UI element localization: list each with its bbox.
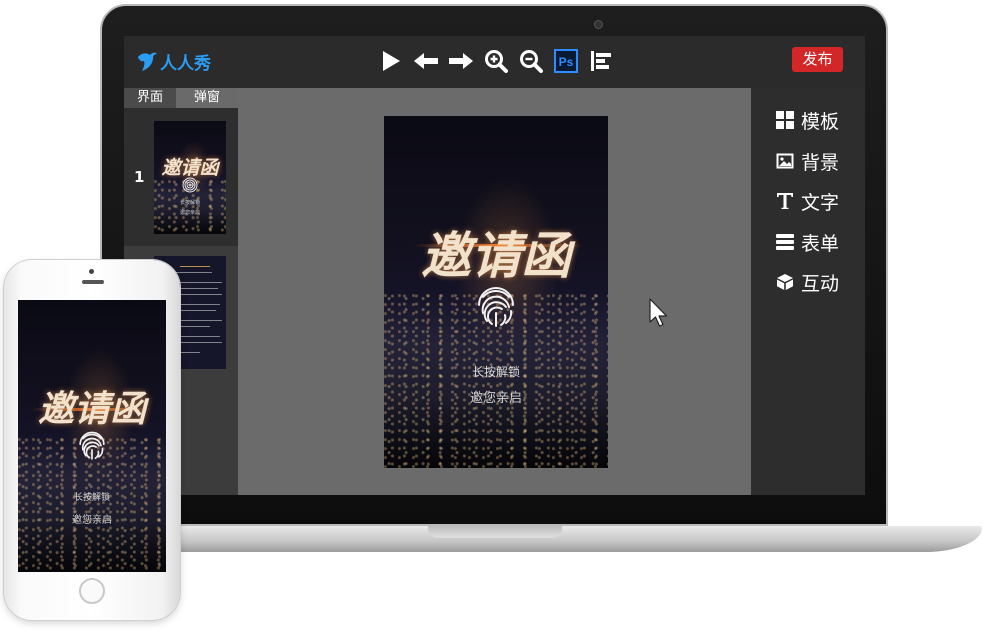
brand-bird-icon <box>136 49 158 73</box>
zoom-out-button[interactable] <box>516 48 546 74</box>
panel-item-background[interactable]: 背景 <box>775 149 840 174</box>
pages-panel-tabs: 界面 弹窗 <box>124 88 238 108</box>
page-canvas[interactable]: 邀请函 长按解锁 邀您亲启 <box>384 116 608 468</box>
laptop-base-notch <box>428 526 562 538</box>
thumbnail-fingerprint-icon <box>182 177 198 193</box>
poster-hint: 长按解锁 <box>471 365 520 379</box>
publish-button[interactable]: 发布 <box>792 47 843 72</box>
redo-button[interactable] <box>446 48 476 74</box>
phone-device: 邀请函 长按解锁 邀您亲启 <box>4 260 180 620</box>
poster-subtitle: 邀您亲启 <box>469 391 522 406</box>
phone-invitation-poster: 邀请函 长按解锁 邀您亲启 <box>18 300 166 572</box>
panel-item-label: 背景 <box>801 151 840 174</box>
align-left-icon <box>591 51 611 71</box>
page-number: 1 <box>134 168 145 186</box>
brand-logo[interactable]: 人人秀 <box>136 48 211 74</box>
toolbar-tools: Ps <box>376 48 621 74</box>
panel-item-interaction[interactable]: 互动 <box>775 270 840 295</box>
thumbnail-title: 邀请函 <box>161 157 219 179</box>
panel-item-text[interactable]: 文字 <box>775 189 840 214</box>
arrow-right-icon <box>449 53 473 69</box>
text-icon <box>775 191 795 211</box>
tab-popups[interactable]: 弹窗 <box>176 88 238 108</box>
editor-toolbar: 人人秀 Ps 发布 <box>124 36 865 88</box>
tab-pages[interactable]: 界面 <box>124 88 176 108</box>
phone-poster-hint: 长按解锁 <box>73 493 110 503</box>
thumbnail-hint: 长按解锁 <box>179 200 200 206</box>
play-icon <box>383 51 400 71</box>
form-icon <box>775 232 795 252</box>
align-button[interactable] <box>586 48 616 74</box>
invitation-poster: 邀请函 长按解锁 邀您亲启 <box>384 116 608 468</box>
panel-item-label: 互动 <box>801 272 840 295</box>
brand-name: 人人秀 <box>160 53 211 74</box>
laptop-camera <box>594 20 603 29</box>
preview-play-button[interactable] <box>376 48 406 74</box>
panel-item-template[interactable]: 模板 <box>775 108 840 133</box>
fingerprint-icon[interactable] <box>473 283 519 329</box>
phone-camera <box>89 269 94 274</box>
undo-button[interactable] <box>411 48 441 74</box>
mouse-cursor-icon <box>649 298 668 327</box>
zoom-in-button[interactable] <box>481 48 511 74</box>
zoom-in-icon <box>485 50 508 73</box>
phone-fingerprint-icon[interactable] <box>76 429 108 461</box>
template-icon <box>775 110 795 130</box>
poster-title: 邀请函 <box>421 226 571 285</box>
editor-screen: 人人秀 Ps 发布 界面 弹窗 1 邀请函 长按解锁 邀您亲启 邀请函 长按解锁… <box>124 36 865 495</box>
arrow-left-icon <box>414 53 438 69</box>
phone-speaker <box>82 280 104 284</box>
page-thumbnail-1[interactable]: 邀请函 长按解锁 邀您亲启 <box>154 121 226 234</box>
thumbnail-poster: 邀请函 长按解锁 邀您亲启 <box>154 121 226 234</box>
phone-home-button[interactable] <box>79 578 105 604</box>
phone-poster-subtitle: 邀您亲启 <box>72 515 112 526</box>
panel-item-label: 表单 <box>801 232 840 255</box>
components-panel: 模板 背景 文字 表单 互动 <box>751 88 865 495</box>
thumb-line <box>180 266 210 267</box>
panel-item-form[interactable]: 表单 <box>775 230 840 255</box>
phone-screen[interactable]: 邀请函 长按解锁 邀您亲启 <box>18 300 166 572</box>
phone-poster-title: 邀请函 <box>37 388 146 430</box>
background-image-icon <box>775 151 795 171</box>
interaction-cube-icon <box>775 272 795 292</box>
thumbnail-subtitle: 邀您亲启 <box>179 210 200 216</box>
zoom-out-icon <box>520 50 543 73</box>
photoshop-import-button[interactable]: Ps <box>551 48 581 74</box>
svg-text:Ps: Ps <box>559 55 574 69</box>
thumb-line <box>176 272 212 273</box>
panel-item-label: 模板 <box>801 110 840 133</box>
panel-item-label: 文字 <box>801 191 840 214</box>
photoshop-icon: Ps <box>554 49 578 73</box>
page-item-1[interactable]: 1 邀请函 长按解锁 邀您亲启 <box>124 108 238 246</box>
